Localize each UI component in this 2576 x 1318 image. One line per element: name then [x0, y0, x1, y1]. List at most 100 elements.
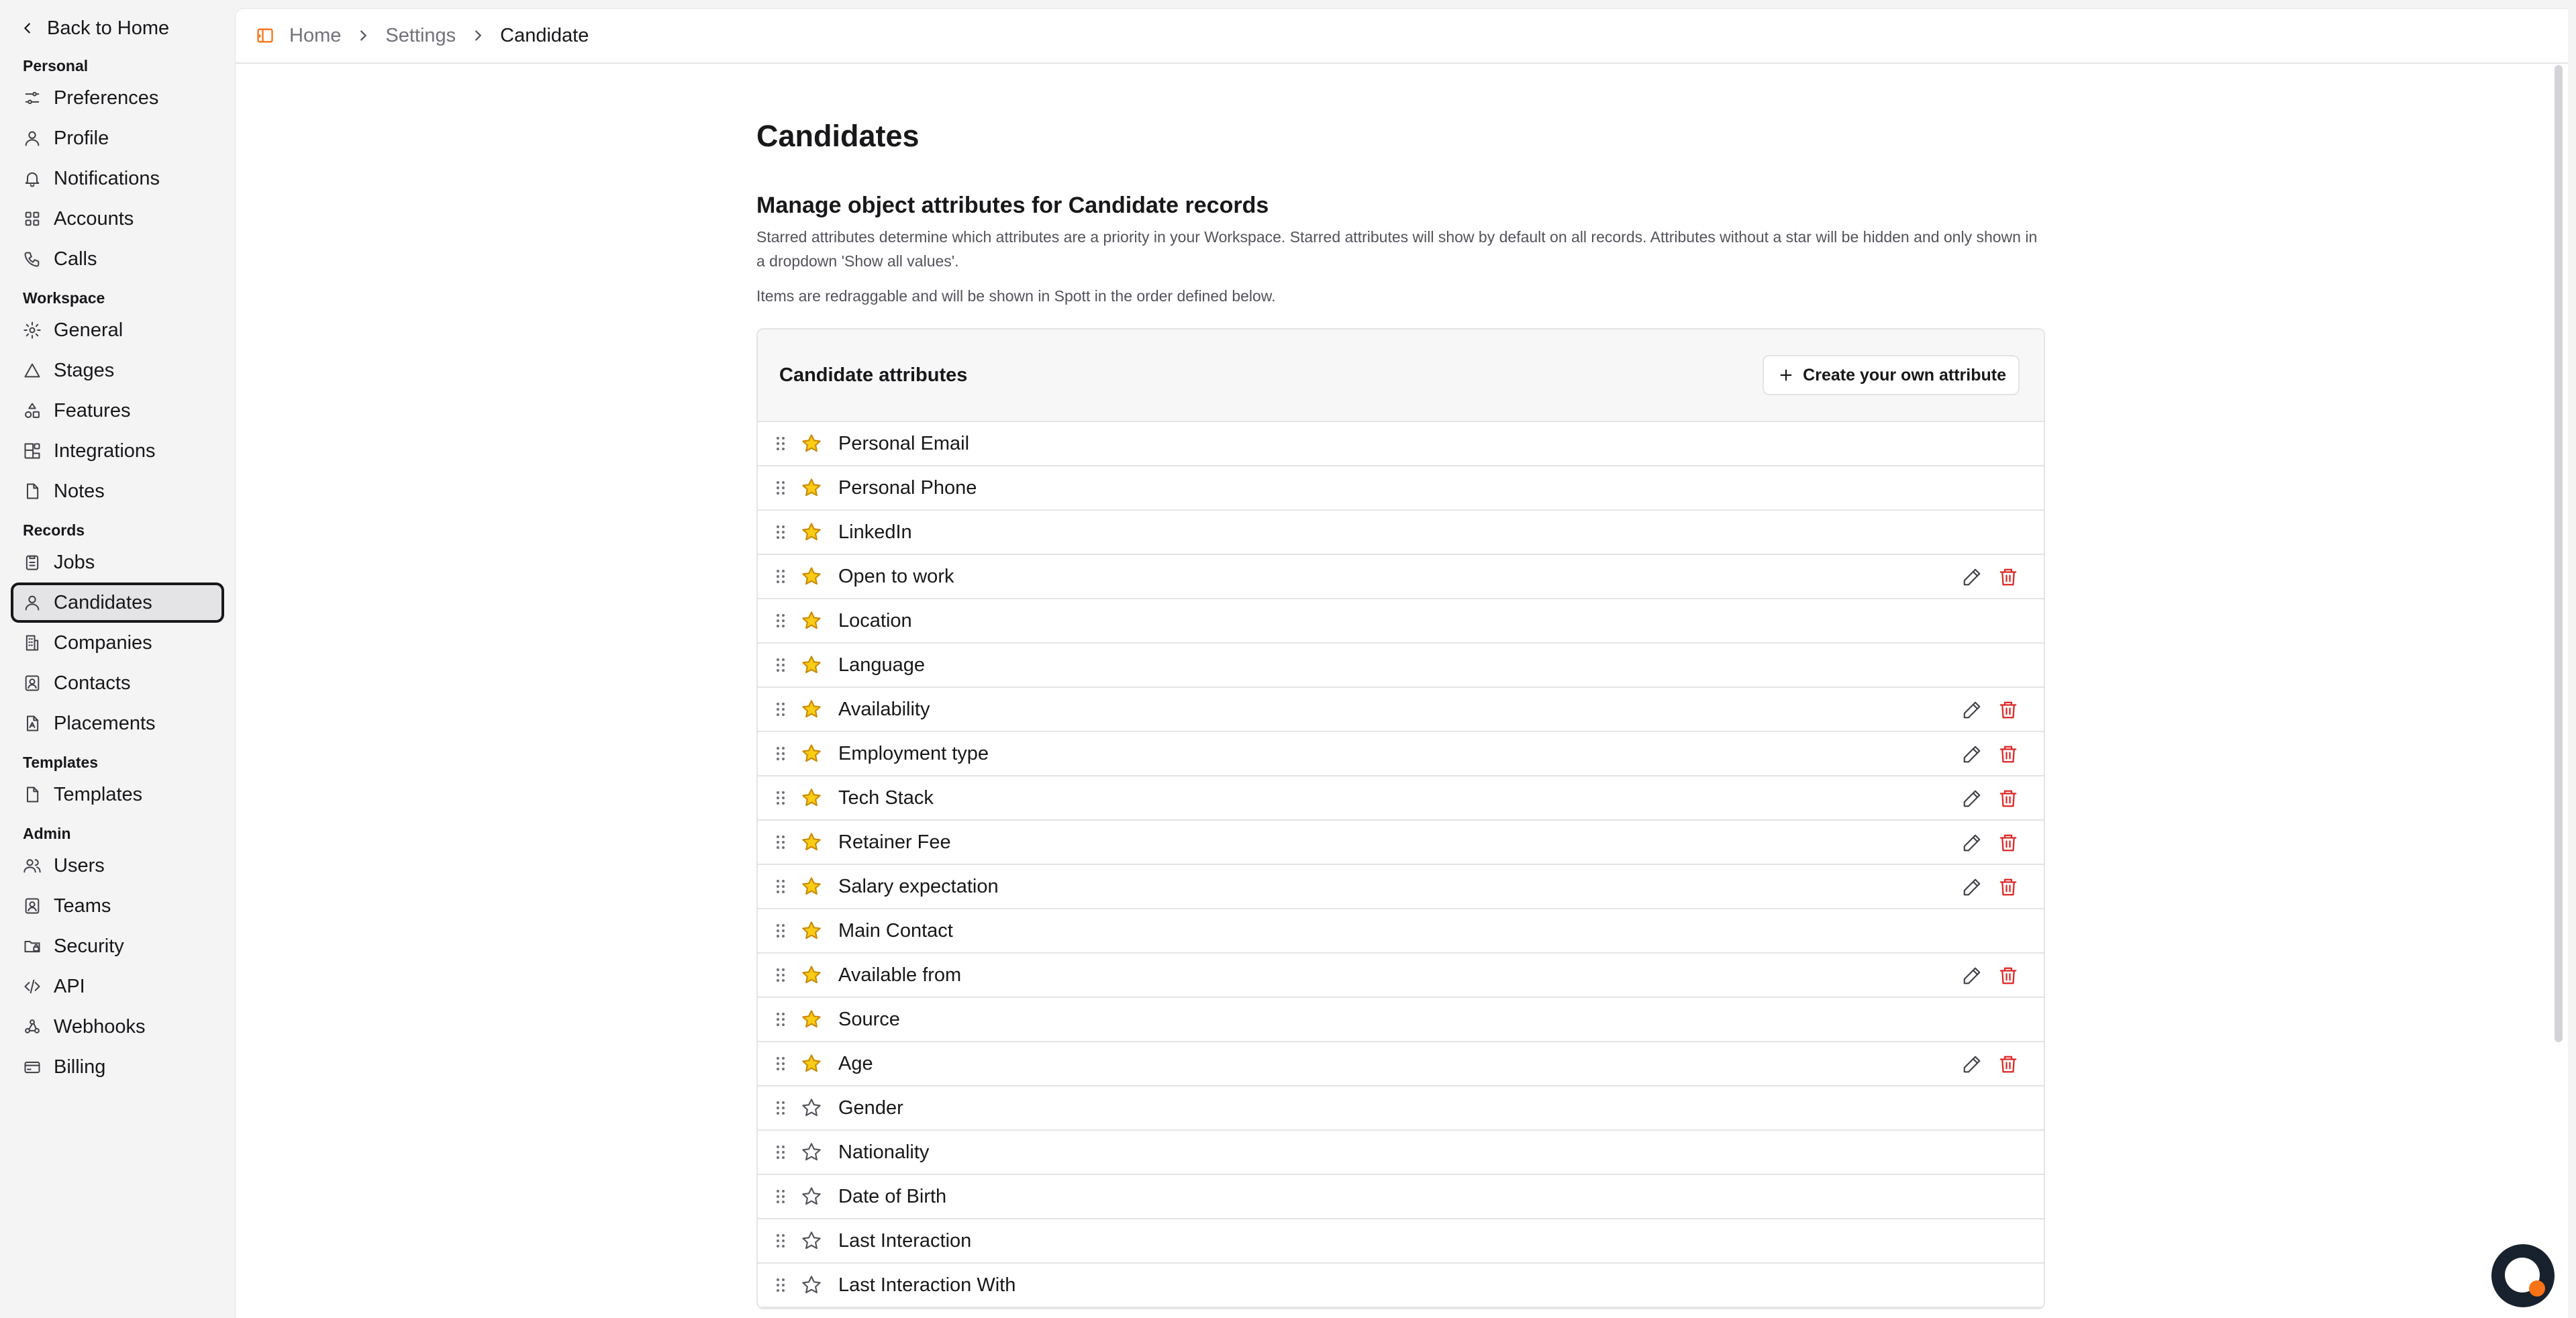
back-to-home-label: Back to Home [47, 17, 170, 39]
drag-handle-icon[interactable] [775, 966, 786, 984]
sidebar-item-billing[interactable]: Billing [11, 1047, 224, 1087]
sidebar-item-jobs[interactable]: Jobs [11, 542, 224, 582]
star-icon[interactable] [801, 699, 822, 720]
pencil-icon[interactable] [1962, 789, 1982, 809]
star-icon[interactable] [801, 787, 822, 809]
breadcrumb-settings[interactable]: Settings [385, 25, 456, 47]
breadcrumb: Home Settings Candidate [236, 9, 2568, 64]
sidebar-item-label: Preferences [54, 87, 159, 109]
trash-icon[interactable] [1998, 833, 2018, 853]
attribute-label: Location [838, 609, 912, 631]
star-icon[interactable] [801, 654, 822, 676]
star-icon[interactable] [801, 1009, 822, 1030]
sidebar-toggle-icon[interactable] [256, 26, 275, 45]
sidebar-item-users[interactable]: Users [11, 846, 224, 886]
star-icon[interactable] [801, 1186, 822, 1207]
drag-handle-icon[interactable] [775, 789, 786, 807]
star-icon[interactable] [801, 521, 822, 543]
star-icon[interactable] [801, 743, 822, 764]
drag-handle-icon[interactable] [775, 1276, 786, 1294]
trash-icon[interactable] [1998, 877, 2018, 897]
trash-icon[interactable] [1998, 744, 2018, 764]
star-icon[interactable] [801, 433, 822, 454]
trash-icon[interactable] [1998, 1054, 2018, 1074]
sidebar-item-general[interactable]: General [11, 310, 224, 350]
back-to-home-link[interactable]: Back to Home [11, 9, 224, 47]
star-icon[interactable] [801, 1230, 822, 1252]
sidebar-item-label: Jobs [54, 551, 95, 573]
star-icon[interactable] [801, 876, 822, 897]
star-icon[interactable] [801, 1053, 822, 1074]
help-chat-button[interactable] [2491, 1244, 2555, 1307]
sidebar-item-security[interactable]: Security [11, 926, 224, 966]
sidebar-item-stages[interactable]: Stages [11, 350, 224, 391]
sidebar-item-integrations[interactable]: Integrations [11, 431, 224, 471]
drag-handle-icon[interactable] [775, 1188, 786, 1205]
create-attribute-button[interactable]: Create your own attribute [1763, 355, 2020, 395]
star-icon[interactable] [801, 610, 822, 631]
sidebar-item-accounts[interactable]: Accounts [11, 199, 224, 239]
pencil-icon[interactable] [1962, 567, 1982, 587]
notification-dot [2529, 1280, 2545, 1297]
star-icon[interactable] [801, 920, 822, 942]
star-icon[interactable] [801, 1274, 822, 1296]
drag-handle-icon[interactable] [775, 922, 786, 940]
star-icon[interactable] [801, 1097, 822, 1119]
drag-handle-icon[interactable] [775, 568, 786, 585]
sidebar-item-webhooks[interactable]: Webhooks [11, 1007, 224, 1047]
gear-icon [23, 321, 41, 339]
attribute-row: Source [758, 998, 2044, 1042]
sidebar-item-api[interactable]: API [11, 966, 224, 1007]
attribute-label: LinkedIn [838, 521, 912, 543]
pencil-icon[interactable] [1962, 877, 1982, 897]
drag-handle-icon[interactable] [775, 612, 786, 629]
drag-handle-icon[interactable] [775, 656, 786, 674]
sidebar-item-templates[interactable]: Templates [11, 774, 224, 815]
star-icon[interactable] [801, 1142, 822, 1163]
drag-handle-icon[interactable] [775, 1144, 786, 1161]
sidebar-item-profile[interactable]: Profile [11, 118, 224, 158]
trash-icon[interactable] [1998, 966, 2018, 986]
drag-handle-icon[interactable] [775, 833, 786, 851]
drag-handle-icon[interactable] [775, 745, 786, 762]
scrollbar[interactable] [2555, 65, 2563, 1042]
drag-handle-icon[interactable] [775, 1055, 786, 1072]
drag-handle-icon[interactable] [775, 523, 786, 541]
sidebar-item-companies[interactable]: Companies [11, 623, 224, 663]
pencil-icon[interactable] [1962, 700, 1982, 720]
trash-icon[interactable] [1998, 567, 2018, 587]
pencil-icon[interactable] [1962, 833, 1982, 853]
sidebar-item-features[interactable]: Features [11, 391, 224, 431]
sidebar-item-notifications[interactable]: Notifications [11, 158, 224, 199]
sidebar-item-preferences[interactable]: Preferences [11, 78, 224, 118]
drag-handle-icon[interactable] [775, 701, 786, 718]
drag-handle-icon[interactable] [775, 435, 786, 452]
star-icon[interactable] [801, 566, 822, 587]
pencil-icon[interactable] [1962, 1054, 1982, 1074]
trash-icon[interactable] [1998, 700, 2018, 720]
star-icon[interactable] [801, 964, 822, 986]
pencil-icon[interactable] [1962, 744, 1982, 764]
contact-icon [25, 898, 40, 914]
sidebar-item-teams[interactable]: Teams [11, 886, 224, 926]
sidebar-item-placements[interactable]: Placements [11, 703, 224, 744]
drag-handle-icon[interactable] [775, 1011, 786, 1028]
sidebar-item-contacts[interactable]: Contacts [11, 663, 224, 703]
sidebar-item-candidates[interactable]: Candidates [11, 582, 224, 623]
trash-icon[interactable] [1998, 789, 2018, 809]
sidebar-item-calls[interactable]: Calls [11, 239, 224, 279]
star-icon[interactable] [801, 477, 822, 499]
pencil-icon[interactable] [1962, 966, 1982, 986]
breadcrumb-home[interactable]: Home [289, 25, 341, 47]
drag-handle-icon[interactable] [775, 878, 786, 895]
attribute-row: Nationality [758, 1131, 2044, 1175]
sidebar-item-notes[interactable]: Notes [11, 471, 224, 511]
attribute-row: Location [758, 599, 2044, 644]
star-icon[interactable] [801, 831, 822, 853]
drag-handle-icon[interactable] [775, 1099, 786, 1117]
drag-handle-icon[interactable] [775, 1232, 786, 1250]
attribute-row: Availability [758, 688, 2044, 732]
sidebar-item-label: Profile [54, 127, 109, 149]
main-panel: Home Settings Candidate Candidates Manag… [235, 8, 2568, 1318]
drag-handle-icon[interactable] [775, 479, 786, 497]
